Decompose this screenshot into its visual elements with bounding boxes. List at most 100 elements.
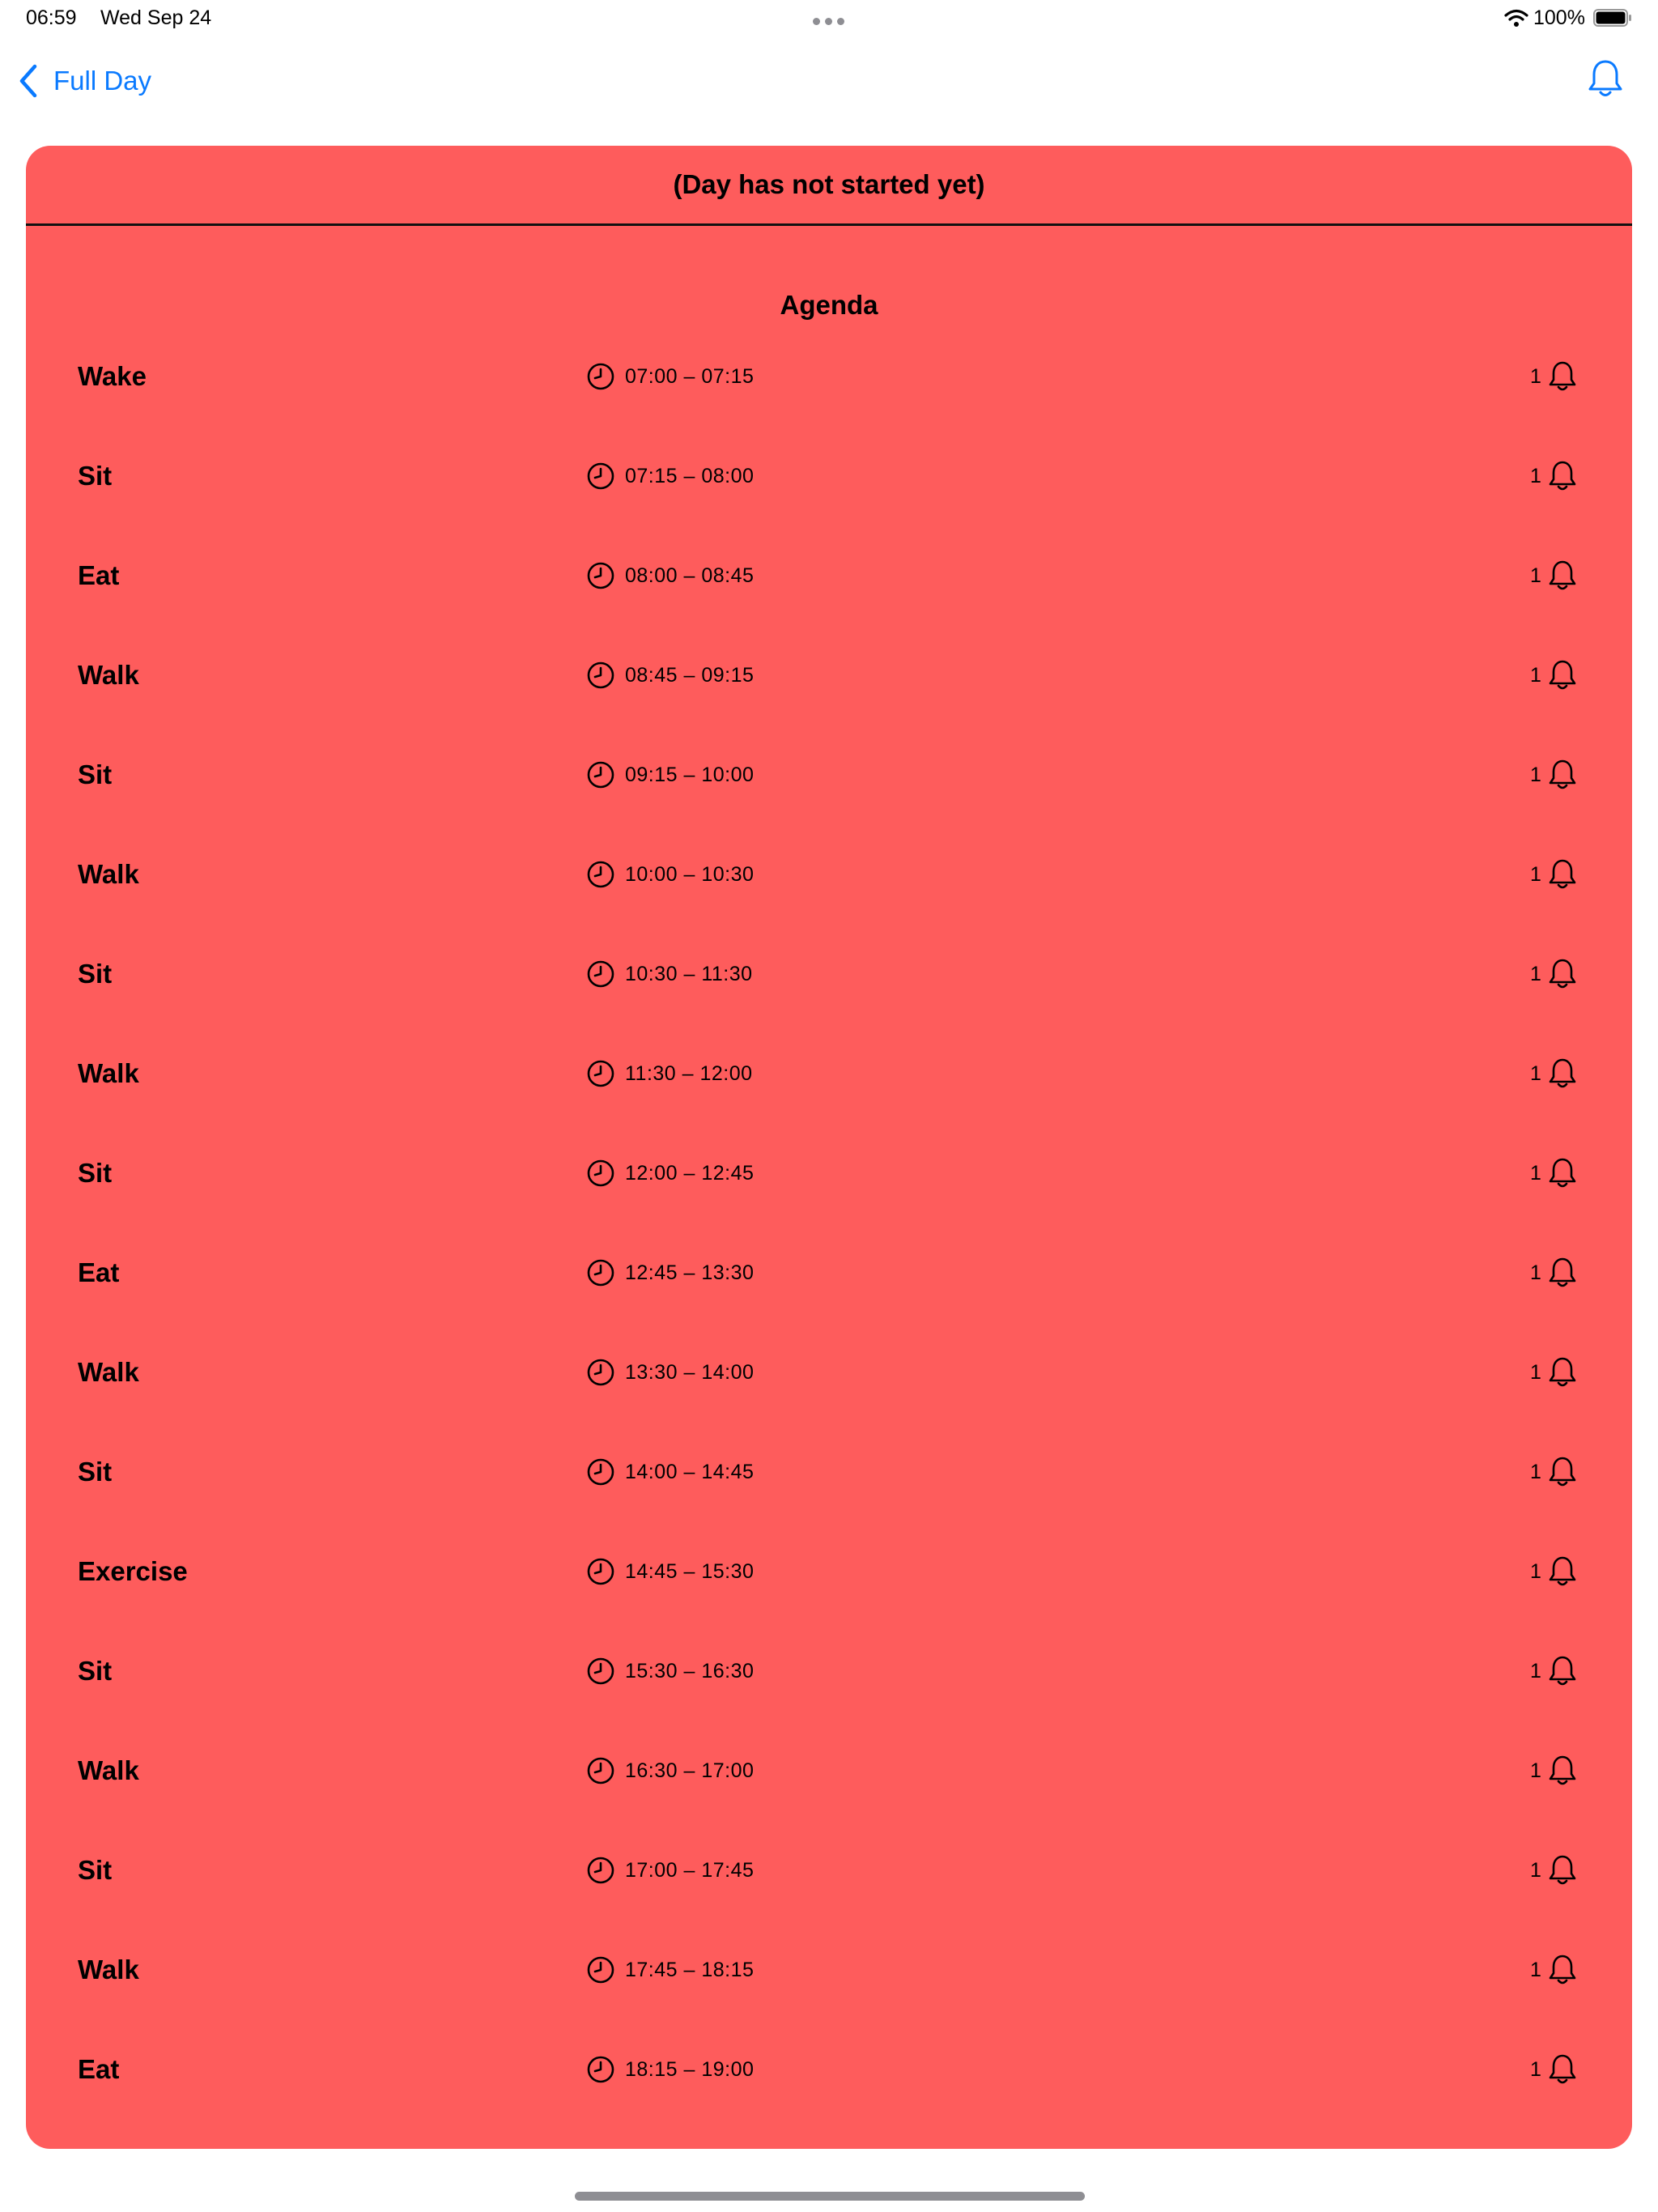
alert-button[interactable]: 1	[1530, 1551, 1577, 1592]
activity-time: 08:45 – 09:15	[586, 655, 754, 696]
alert-button[interactable]: 1	[1530, 1153, 1577, 1193]
agenda-row[interactable]: Eat 18:15 – 19:00 1	[26, 2049, 1632, 2149]
clock-icon	[587, 1657, 614, 1685]
alert-button[interactable]: 1	[1530, 1452, 1577, 1492]
alert-count: 1	[1530, 1759, 1541, 1782]
back-button-label: Full Day	[53, 66, 152, 96]
activity-name: Walk	[78, 1357, 139, 1387]
clock-icon	[587, 363, 614, 390]
clock-icon	[587, 1857, 614, 1884]
alert-count: 1	[1530, 1360, 1541, 1384]
bell-icon	[1549, 1656, 1576, 1686]
activity-name: Walk	[78, 660, 139, 690]
activity-time: 10:30 – 11:30	[586, 954, 753, 994]
time-range: 16:30 – 17:00	[625, 1759, 755, 1782]
bell-icon	[1549, 560, 1576, 590]
activity-time: 07:15 – 08:00	[586, 456, 754, 496]
bell-icon	[1549, 1457, 1576, 1487]
activity-name: Sit	[78, 759, 113, 789]
alert-button[interactable]: 1	[1530, 456, 1577, 496]
alert-count: 1	[1530, 1261, 1541, 1284]
time-range: 08:45 – 09:15	[625, 663, 755, 687]
agenda-row[interactable]: Sit 14:00 – 14:45 1	[26, 1452, 1632, 1551]
time-range: 14:45 – 15:30	[625, 1559, 755, 1583]
agenda-row[interactable]: Eat 08:00 – 08:45 1	[26, 555, 1632, 655]
back-button[interactable]: Full Day	[18, 60, 151, 102]
alert-count: 1	[1530, 1559, 1541, 1583]
agenda-row[interactable]: Sit 10:30 – 11:30 1	[26, 954, 1632, 1053]
day-status-text: (Day has not started yet)	[673, 169, 985, 199]
alert-button[interactable]: 1	[1530, 954, 1577, 994]
alert-count: 1	[1530, 464, 1541, 487]
alert-button[interactable]: 1	[1530, 1850, 1577, 1891]
time-range: 10:30 – 11:30	[625, 962, 753, 985]
activity-name: Exercise	[78, 1556, 188, 1586]
activity-time: 17:00 – 17:45	[586, 1850, 754, 1891]
clock-icon	[587, 960, 614, 988]
agenda-row[interactable]: Sit 15:30 – 16:30 1	[26, 1651, 1632, 1750]
agenda-row[interactable]: Walk 11:30 – 12:00 1	[26, 1053, 1632, 1153]
alert-button[interactable]: 1	[1530, 555, 1577, 596]
alert-button[interactable]: 1	[1530, 356, 1577, 397]
alert-button[interactable]: 1	[1530, 755, 1577, 795]
time-range: 11:30 – 12:00	[625, 1061, 753, 1085]
battery-icon	[1593, 9, 1631, 27]
bell-icon	[1549, 461, 1576, 491]
activity-time: 17:45 – 18:15	[586, 1950, 754, 1990]
time-range: 07:15 – 08:00	[625, 464, 755, 487]
alert-count: 1	[1530, 1161, 1541, 1185]
agenda-row[interactable]: Walk 17:45 – 18:15 1	[26, 1950, 1632, 2049]
activity-name: Sit	[78, 461, 113, 491]
activity-name: Eat	[78, 2054, 120, 2084]
activity-time: 15:30 – 16:30	[586, 1651, 754, 1691]
clock-icon	[587, 462, 614, 490]
agenda-list: Wake 07:00 – 07:15 1 Sit 07:15 – 08:00 1…	[26, 356, 1632, 2149]
alert-count: 1	[1530, 862, 1541, 886]
alert-button[interactable]: 1	[1530, 655, 1577, 696]
alert-button[interactable]: 1	[1530, 1253, 1577, 1293]
bell-icon	[1549, 1855, 1576, 1885]
time-range: 09:15 – 10:00	[625, 763, 755, 786]
agenda-row[interactable]: Sit 07:15 – 08:00 1	[26, 456, 1632, 555]
home-indicator[interactable]	[575, 2192, 1085, 2201]
agenda-row[interactable]: Eat 12:45 – 13:30 1	[26, 1253, 1632, 1352]
clock-icon	[587, 1060, 614, 1087]
alert-count: 1	[1530, 663, 1541, 687]
clock-icon	[587, 1359, 614, 1386]
alert-button[interactable]: 1	[1530, 1352, 1577, 1393]
alert-button[interactable]: 1	[1530, 1651, 1577, 1691]
bell-icon	[1549, 2054, 1576, 2084]
agenda-row[interactable]: Walk 13:30 – 14:00 1	[26, 1352, 1632, 1452]
alert-count: 1	[1530, 1858, 1541, 1882]
clock-icon	[587, 661, 614, 689]
alert-button[interactable]: 1	[1530, 1053, 1577, 1094]
agenda-row[interactable]: Walk 10:00 – 10:30 1	[26, 854, 1632, 954]
agenda-row[interactable]: Walk 08:45 – 09:15 1	[26, 655, 1632, 755]
time-range: 15:30 – 16:30	[625, 1659, 755, 1682]
agenda-row[interactable]: Wake 07:00 – 07:15 1	[26, 356, 1632, 456]
time-range: 14:00 – 14:45	[625, 1460, 755, 1483]
multitasking-dots-icon[interactable]	[813, 15, 850, 25]
agenda-row[interactable]: Walk 16:30 – 17:00 1	[26, 1750, 1632, 1850]
activity-time: 13:30 – 14:00	[586, 1352, 754, 1393]
clock-icon	[587, 1956, 614, 1984]
status-bar: 06:59 Wed Sep 24 100%	[0, 0, 1658, 39]
alert-button[interactable]: 1	[1530, 854, 1577, 895]
alert-button[interactable]: 1	[1530, 2049, 1577, 2090]
bell-icon	[1549, 1158, 1576, 1188]
activity-time: 18:15 – 19:00	[586, 2049, 754, 2090]
activity-time: 12:45 – 13:30	[586, 1253, 754, 1293]
agenda-row[interactable]: Sit 12:00 – 12:45 1	[26, 1153, 1632, 1253]
bell-icon	[1549, 1257, 1576, 1287]
agenda-row[interactable]: Sit 17:00 – 17:45 1	[26, 1850, 1632, 1950]
alert-count: 1	[1530, 1460, 1541, 1483]
bell-icon	[1549, 1058, 1576, 1088]
notifications-bell-icon[interactable]	[1587, 58, 1624, 100]
agenda-row[interactable]: Exercise 14:45 – 15:30 1	[26, 1551, 1632, 1651]
alert-button[interactable]: 1	[1530, 1750, 1577, 1791]
activity-name: Sit	[78, 1457, 113, 1487]
alert-button[interactable]: 1	[1530, 1950, 1577, 1990]
battery-percentage: 100%	[1533, 6, 1585, 29]
agenda-row[interactable]: Sit 09:15 – 10:00 1	[26, 755, 1632, 854]
alert-count: 1	[1530, 1061, 1541, 1085]
